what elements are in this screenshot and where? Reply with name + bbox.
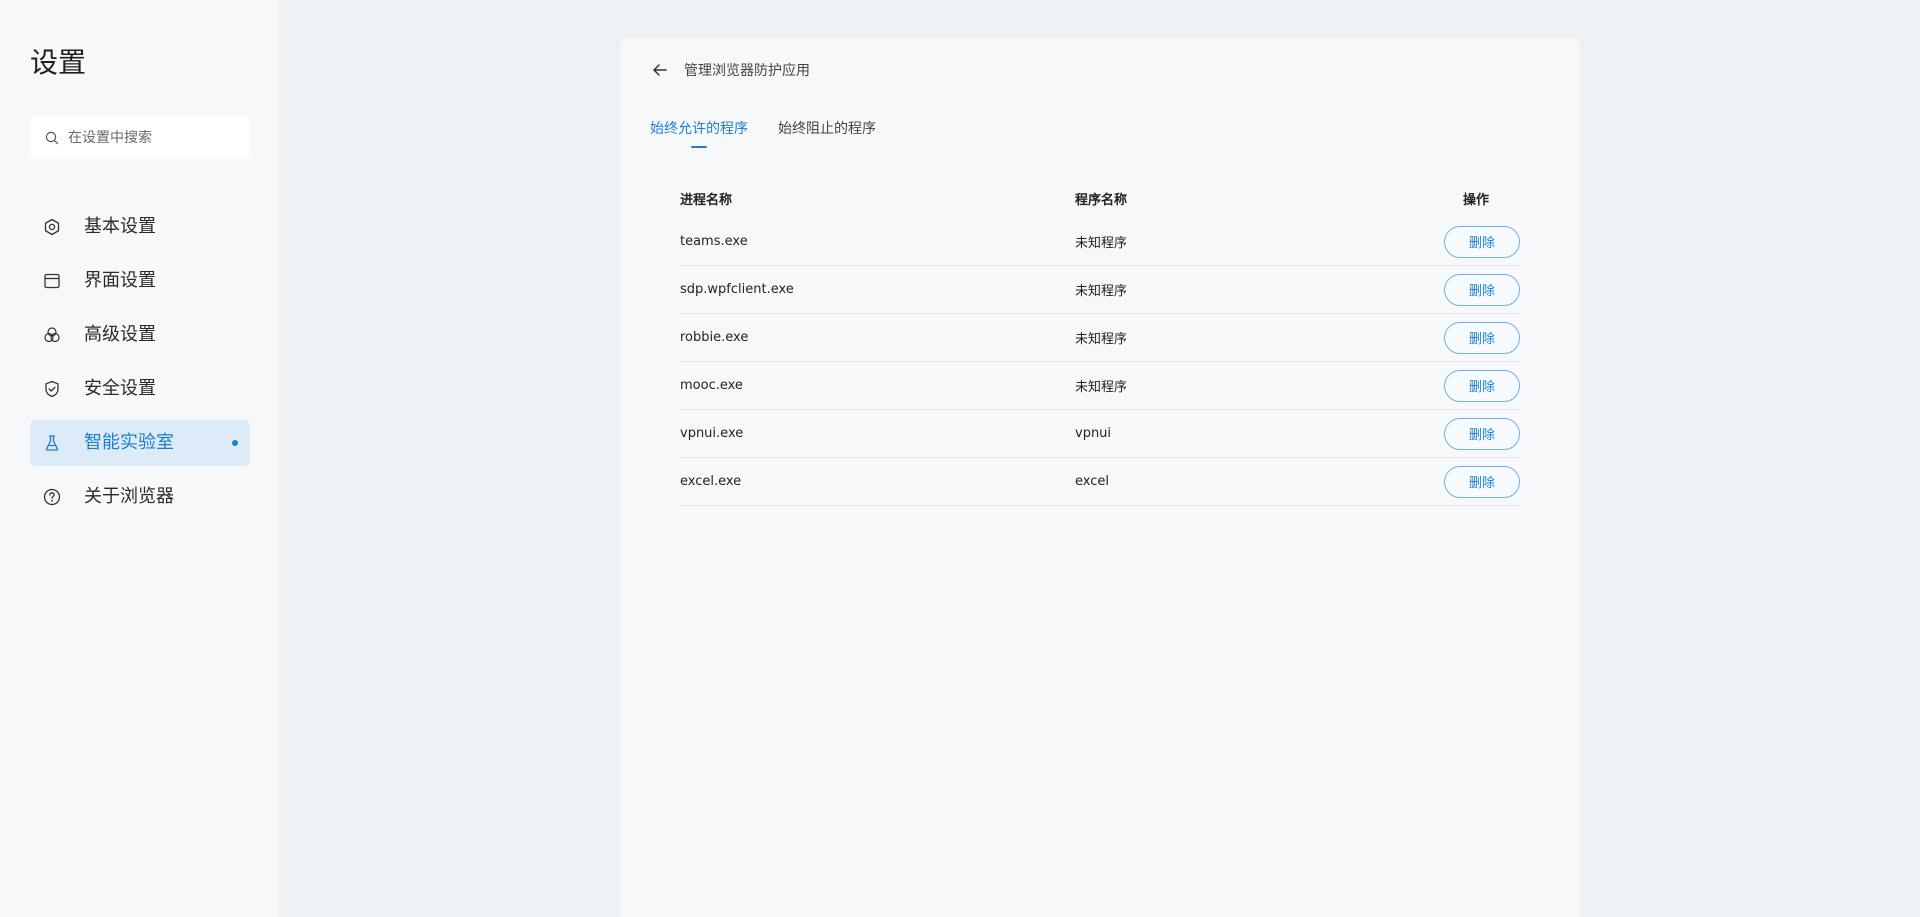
sidebar-item-smart-lab[interactable]: 智能实验室 (30, 420, 250, 466)
tab-always-allowed[interactable]: 始终允许的程序 (650, 118, 748, 148)
table-row: sdp.wpfclient.exe 未知程序 删除 (680, 266, 1520, 314)
panel-header: 管理浏览器防护应用 (648, 54, 810, 86)
action-cell: 删除 (1420, 273, 1520, 306)
sidebar-item-label: 智能实验室 (84, 432, 174, 453)
window-layout-icon (42, 271, 62, 291)
shield-check-icon (42, 379, 62, 399)
delete-button[interactable]: 删除 (1444, 417, 1520, 450)
sidebar-item-advanced[interactable]: 高级设置 (30, 312, 250, 358)
programs-table: 进程名称 程序名称 操作 teams.exe 未知程序 删除 sdp.wpfcl… (680, 178, 1520, 506)
program-name: 未知程序 (1075, 332, 1128, 347)
main-panel: 管理浏览器防护应用 始终允许的程序 始终阻止的程序 进程名称 程序名称 操作 t… (620, 38, 1580, 917)
delete-button[interactable]: 删除 (1444, 465, 1520, 498)
page-title: 管理浏览器防护应用 (684, 63, 810, 79)
sidebar-item-label: 基本设置 (84, 216, 156, 237)
sidebar-item-label: 界面设置 (84, 270, 156, 291)
sidebar-item-label: 高级设置 (84, 324, 156, 345)
program-name: 未知程序 (1075, 284, 1128, 299)
header-process-name: 进程名称 (680, 192, 733, 208)
sidebar-title: 设置 (30, 46, 87, 79)
table-row: vpnui.exe vpnui 删除 (680, 410, 1520, 458)
sidebar-item-label: 关于浏览器 (84, 486, 174, 507)
program-name: excel (1075, 474, 1109, 489)
delete-button[interactable]: 删除 (1444, 273, 1520, 306)
header-action: 操作 (1420, 189, 1520, 208)
tab-bar: 始终允许的程序 始终阻止的程序 (650, 118, 906, 148)
tab-always-blocked[interactable]: 始终阻止的程序 (778, 118, 876, 148)
sidebar-nav: 基本设置 界面设置 高级设置 安全设置 智能实验室 关于浏览器 (30, 204, 250, 528)
search-input[interactable] (68, 130, 248, 146)
process-name: mooc.exe (680, 378, 743, 393)
action-cell: 删除 (1420, 369, 1520, 402)
circles-advanced-icon (42, 325, 62, 345)
arrow-left-icon (653, 64, 667, 76)
header-action-label: 操作 (1462, 192, 1489, 208)
table-row: excel.exe excel 删除 (680, 458, 1520, 506)
hexagon-settings-icon (42, 217, 62, 237)
process-name: sdp.wpfclient.exe (680, 282, 794, 297)
program-name: vpnui (1075, 426, 1112, 441)
table-header: 进程名称 程序名称 操作 (680, 178, 1520, 218)
process-name: robbie.exe (680, 330, 749, 345)
table-row: robbie.exe 未知程序 删除 (680, 314, 1520, 362)
sidebar-item-label: 安全设置 (84, 378, 156, 399)
search-icon (44, 130, 60, 146)
delete-button[interactable]: 删除 (1444, 321, 1520, 354)
action-cell: 删除 (1420, 417, 1520, 450)
program-name: 未知程序 (1075, 236, 1128, 251)
process-name: vpnui.exe (680, 426, 744, 441)
header-program-name: 程序名称 (1075, 192, 1128, 208)
table-row: teams.exe 未知程序 删除 (680, 218, 1520, 266)
sidebar: 设置 基本设置 (0, 0, 280, 917)
back-button[interactable] (648, 58, 672, 82)
action-cell: 删除 (1420, 465, 1520, 498)
sidebar-item-security[interactable]: 安全设置 (30, 366, 250, 412)
sidebar-item-about[interactable]: 关于浏览器 (30, 474, 250, 520)
flask-icon (42, 433, 62, 453)
process-name: excel.exe (680, 474, 742, 489)
action-cell: 删除 (1420, 321, 1520, 354)
delete-button[interactable]: 删除 (1444, 225, 1520, 258)
sidebar-item-basic[interactable]: 基本设置 (30, 204, 250, 250)
action-cell: 删除 (1420, 225, 1520, 258)
program-name: 未知程序 (1075, 380, 1128, 395)
table-row: mooc.exe 未知程序 删除 (680, 362, 1520, 410)
process-name: teams.exe (680, 234, 748, 249)
question-circle-icon (42, 487, 62, 507)
delete-button[interactable]: 删除 (1444, 369, 1520, 402)
new-indicator-dot (232, 440, 238, 446)
search-box[interactable] (30, 117, 250, 159)
sidebar-item-interface[interactable]: 界面设置 (30, 258, 250, 304)
